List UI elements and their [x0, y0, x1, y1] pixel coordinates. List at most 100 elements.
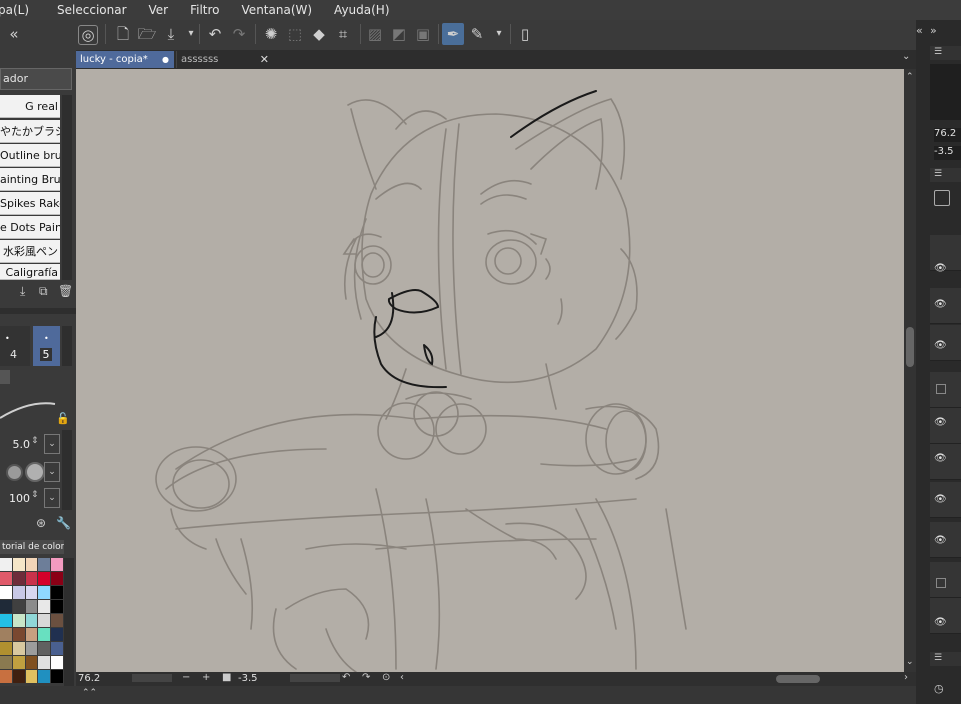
zoom-out-icon[interactable]: − [182, 672, 190, 683]
open-folder-icon[interactable]: 🗁 [136, 23, 158, 45]
zoom-value[interactable]: 76.2 [78, 672, 128, 686]
color-swatch[interactable] [51, 628, 63, 641]
app-logo-icon[interactable]: ◎ [78, 25, 98, 45]
color-swatch[interactable] [38, 600, 51, 613]
blend-mode-icon[interactable] [934, 190, 950, 206]
brush-item[interactable]: Caligrafía [0, 264, 60, 280]
trash-icon[interactable]: 🗑 [58, 284, 73, 298]
visibility-off-checkbox[interactable] [936, 384, 946, 394]
color-swatch[interactable] [0, 600, 12, 613]
brush-size-option[interactable]: 4 [10, 348, 17, 361]
crop-icon[interactable]: ⌗ [332, 23, 354, 45]
color-swatch[interactable] [12, 656, 25, 669]
brush-item[interactable]: やたかブラシ [0, 120, 60, 143]
color-swatch[interactable] [12, 642, 25, 655]
brush-pen-icon[interactable]: ✒ [442, 23, 464, 45]
color-swatch[interactable] [51, 642, 63, 655]
chevron-down-icon[interactable]: ⌄ [44, 488, 60, 508]
invert-selection-icon[interactable]: ◩ [388, 23, 410, 45]
color-swatch[interactable] [25, 670, 38, 683]
color-swatch[interactable] [51, 670, 63, 683]
menu-item-view[interactable]: Ver [149, 3, 169, 17]
close-icon[interactable]: ✕ [260, 51, 269, 68]
color-swatch[interactable] [12, 628, 25, 641]
color-swatch[interactable] [0, 586, 12, 599]
eye-icon[interactable]: 👁 [934, 453, 947, 464]
color-swatch[interactable] [25, 586, 38, 599]
tab-lucky-copia[interactable]: lucky - copia* ● [76, 51, 174, 68]
brush-opacity-value[interactable]: 100 [0, 490, 30, 508]
eye-icon[interactable]: 👁 [934, 299, 947, 310]
color-swatch[interactable] [38, 628, 51, 641]
ruler-pen-icon[interactable]: ✎ [466, 23, 488, 45]
color-swatch[interactable] [51, 656, 63, 669]
smartphone-icon[interactable]: ▯ [514, 23, 536, 45]
chevron-down-icon[interactable]: ⌄ [902, 51, 910, 62]
color-swatch[interactable] [12, 558, 25, 571]
brush-item[interactable]: 水彩風ペン [0, 240, 60, 263]
color-swatch[interactable] [51, 614, 63, 627]
import-icon[interactable]: ⤓ [20, 284, 25, 299]
canvas-vertical-scrollbar[interactable]: ⌃ ⌄ [904, 69, 916, 672]
navigator-preview[interactable] [930, 64, 961, 120]
eye-icon[interactable]: 👁 [934, 535, 947, 546]
color-swatch[interactable] [38, 670, 51, 683]
menu-item-select[interactable]: Seleccionar [57, 3, 126, 17]
brush-item[interactable]: e Dots Paint [0, 216, 60, 239]
navigator-zoom-value[interactable]: 76.2 [934, 128, 961, 142]
drawing-canvas[interactable] [76, 69, 904, 672]
eye-icon[interactable]: 👁 [934, 340, 947, 351]
navigator-rotation-value[interactable]: -3.5 [934, 146, 961, 160]
fit-icon[interactable]: ■ [222, 672, 231, 683]
color-swatch[interactable] [38, 558, 51, 571]
eye-icon[interactable]: 👁 [934, 417, 947, 428]
color-swatch[interactable] [12, 614, 25, 627]
brush-item[interactable]: G real [0, 95, 60, 118]
visibility-off-checkbox[interactable] [936, 578, 946, 588]
brush-shape-round-icon[interactable] [6, 464, 23, 481]
layer-row[interactable] [930, 598, 961, 634]
menu-item-filter[interactable]: Filtro [190, 3, 219, 17]
wrench-icon[interactable]: 🔧 [56, 516, 71, 530]
color-swatch[interactable] [51, 586, 63, 599]
color-swatch[interactable] [38, 614, 51, 627]
stepper-icon[interactable]: ⇕ [31, 490, 39, 500]
reset-rotation-icon[interactable]: ⊙ [382, 672, 390, 683]
color-swatch[interactable] [25, 656, 38, 669]
color-swatch[interactable] [25, 572, 38, 585]
horizontal-scrollbar-thumb[interactable] [776, 675, 820, 683]
lock-icon[interactable]: 🔓 [56, 412, 70, 425]
color-swatch[interactable] [51, 558, 63, 571]
color-swatch[interactable] [25, 558, 38, 571]
brush-item[interactable]: Spikes Rake [0, 192, 60, 215]
color-swatch[interactable] [12, 586, 25, 599]
color-swatch[interactable] [38, 642, 51, 655]
zoom-slider[interactable] [132, 674, 172, 682]
color-swatch[interactable] [12, 600, 25, 613]
rotation-value[interactable]: -3.5 [238, 672, 288, 686]
selection-border-icon[interactable]: ▣ [412, 23, 434, 45]
color-swatch[interactable] [51, 572, 63, 585]
color-swatch[interactable] [12, 572, 25, 585]
brush-size-value[interactable]: 5.0 [0, 436, 31, 454]
brush-item[interactable]: Outline brush [0, 144, 60, 167]
subtool-group-header[interactable]: ador [0, 68, 72, 90]
double-chevron-left-icon[interactable]: « [3, 23, 25, 45]
chevron-down-icon[interactable]: ⌄ [906, 657, 914, 667]
stepper-icon[interactable]: ⇕ [31, 436, 39, 446]
color-swatch[interactable] [0, 642, 12, 655]
duplicate-icon[interactable]: ⧉ [39, 284, 48, 299]
brush-shape-soft-icon[interactable] [25, 462, 45, 482]
color-swatch[interactable] [25, 614, 38, 627]
eye-icon[interactable]: 👁 [934, 263, 947, 274]
loading-icon[interactable]: ✺ [260, 23, 282, 45]
redo-icon[interactable]: ↷ [228, 23, 250, 45]
color-swatch[interactable] [0, 628, 12, 641]
brush-list-scrollbar[interactable] [62, 95, 72, 280]
transform-icon[interactable]: ⬚ [284, 23, 306, 45]
clear-selection-icon[interactable]: ▨ [364, 23, 386, 45]
color-set-title[interactable]: torial de color [0, 540, 64, 554]
menu-icon[interactable]: ☰ [934, 47, 942, 57]
color-swatch[interactable] [0, 614, 12, 627]
zoom-in-icon[interactable]: + [202, 672, 210, 683]
